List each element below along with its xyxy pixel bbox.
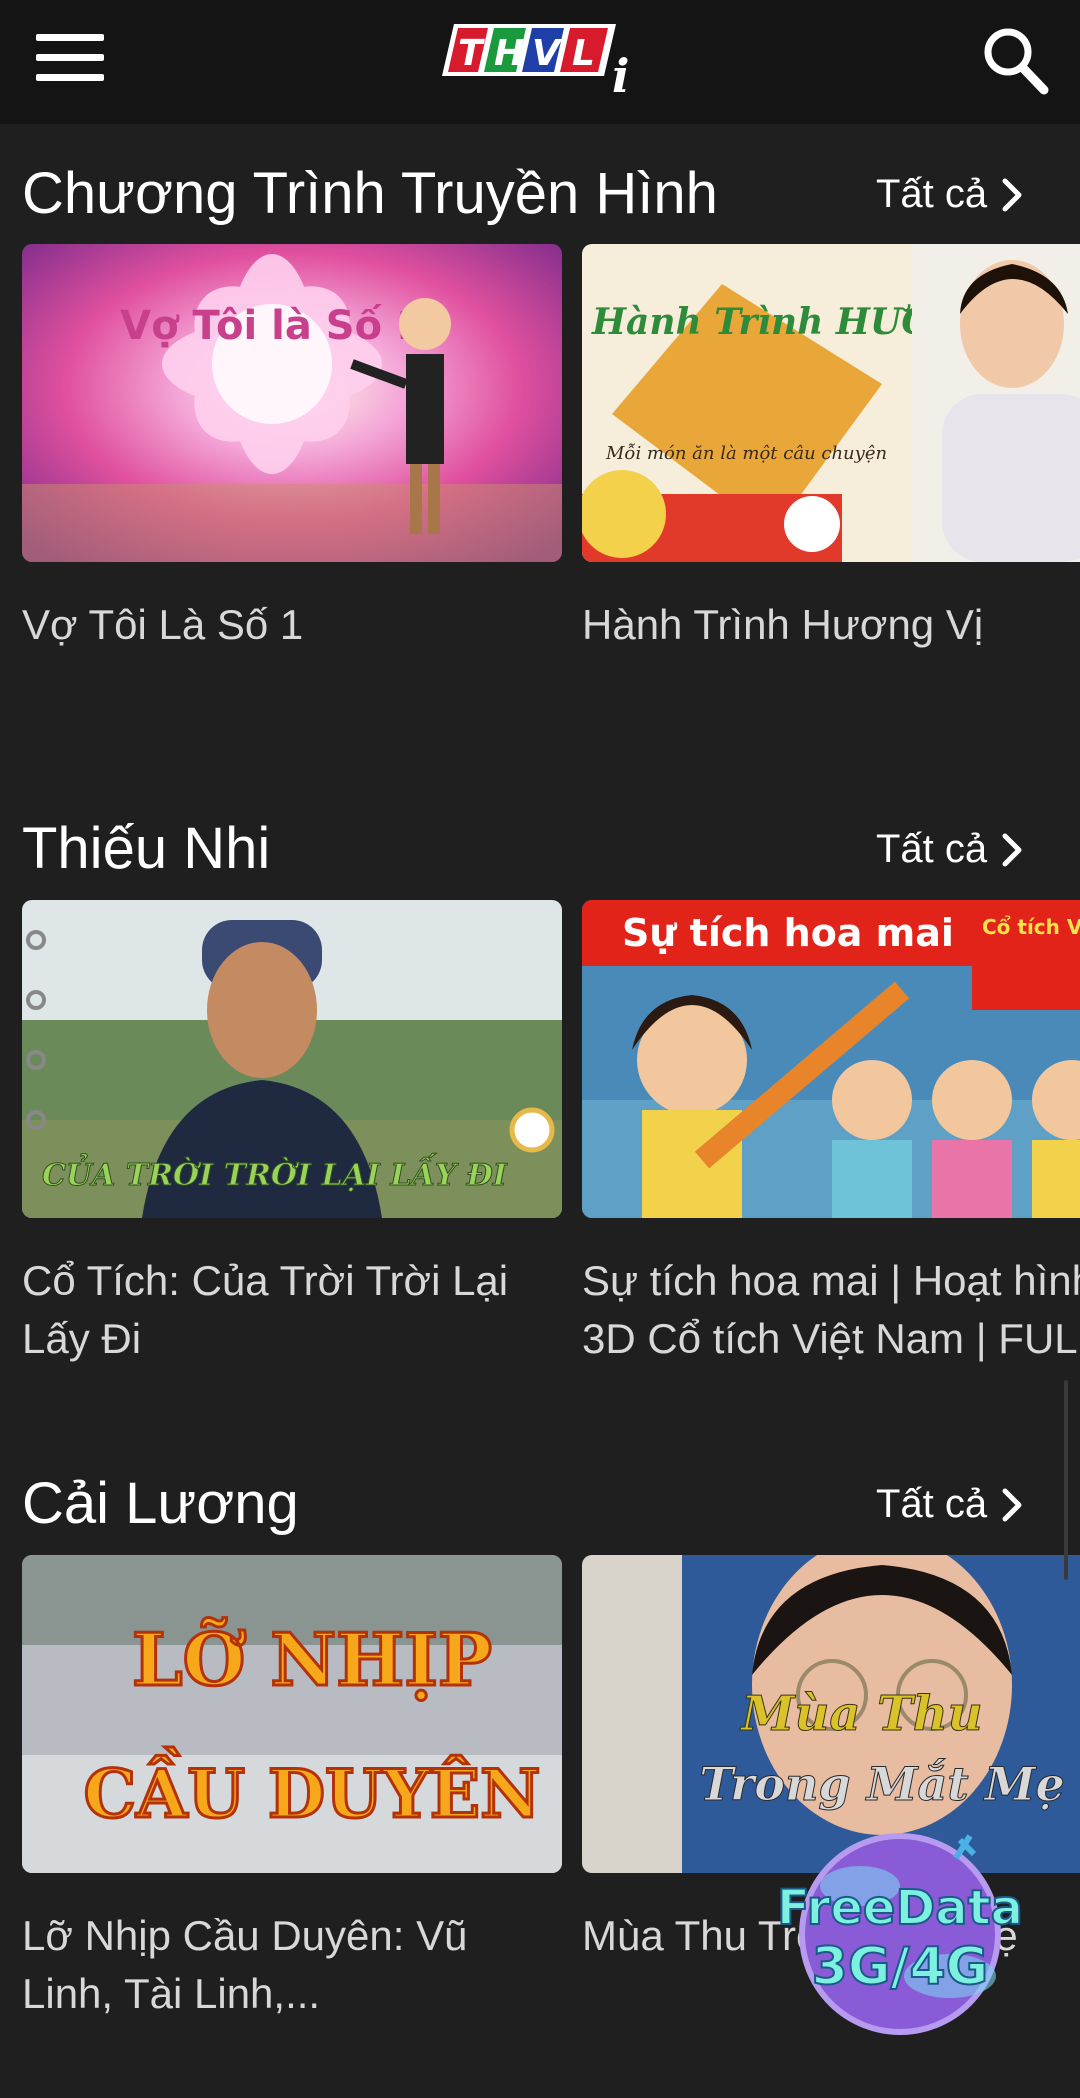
chevron-right-icon (1002, 1488, 1022, 1521)
svg-text:V: V (532, 33, 563, 74)
see-all-link[interactable]: Tất cả (876, 827, 1025, 872)
thumb-text-line: Trong Mắt Mẹ (699, 1757, 1065, 1811)
chevron-right-icon (1002, 178, 1022, 211)
card-title-line: Lấy Đi (22, 1315, 142, 1362)
hamburger-menu-icon[interactable] (36, 34, 104, 82)
freedata-network-label: 3G/4G (812, 1937, 989, 1997)
thvl-logo[interactable]: T H V L i (436, 18, 648, 98)
see-all-label: Tất cả (876, 1482, 988, 1526)
card-title-line: Linh, Tài Linh,... (22, 1970, 321, 2017)
see-all-link[interactable]: Tất cả (876, 1482, 1025, 1527)
see-all-link[interactable]: Tất cả (876, 172, 1025, 217)
card-title-line: 3D Cổ tích Việt Nam | FULL (582, 1315, 1080, 1362)
card-title-line: Hành Trình Hương Vị (582, 601, 984, 648)
svg-text:T: T (458, 33, 485, 74)
thumbnail-image: LỠ NHỊP CẦU DUYÊN (22, 1555, 562, 1873)
horizontal-scroll-indicator (1064, 1380, 1068, 1580)
freedata-label: FreeData (777, 1880, 1023, 1936)
top-app-bar: T H V L i (0, 0, 1080, 124)
chevron-right-icon (1002, 833, 1022, 866)
card-title: Lỡ Nhịp Cầu Duyên: Vũ Linh, Tài Linh,... (22, 1907, 562, 2023)
section-title: Thiếu Nhi (22, 816, 271, 881)
section-title: Chương Trình Truyền Hình (22, 161, 718, 226)
thumbnail-image: Vợ Tôi là Số 1 (22, 244, 562, 562)
thumb-text: CỦA TRỜI TRỜI LẠI LẤY ĐI (42, 1153, 508, 1193)
card-title-line: Sự tích hoa mai | Hoạt hình (582, 1257, 1080, 1304)
thumbnail-image: Sự tích hoa mai Cổ tích VIỆT NAM FULL (582, 900, 1080, 1218)
thumbnail-image: Hành Trình HƯƠNG VỊ Mỗi món ăn là một câ… (582, 244, 1080, 562)
card-title-line: Cổ Tích: Của Trời Trời Lại (22, 1257, 509, 1304)
satellite-icon (953, 1834, 977, 1860)
see-all-label: Tất cả (876, 827, 988, 871)
card-title-line: Lỡ Nhịp Cầu Duyên: Vũ (22, 1912, 468, 1959)
card-title-line: Vợ Tôi Là Số 1 (22, 601, 304, 648)
card-title: Hành Trình Hương Vị (582, 596, 1080, 654)
thumb-text: Sự tích hoa mai (622, 911, 954, 955)
thumbnail-image: CỦA TRỜI TRỜI LẠI LẤY ĐI (22, 900, 562, 1218)
svg-text:L: L (572, 33, 595, 74)
thumb-text-line: Mùa Thu (739, 1686, 982, 1742)
thumb-badge: Cổ tích VIỆT NAM FULL (982, 915, 1080, 939)
thumb-text-line: LỠ NHỊP (132, 1616, 492, 1702)
card-title: Sự tích hoa mai | Hoạt hình 3D Cổ tích V… (582, 1252, 1080, 1368)
thumb-subtext: Mỗi món ăn là một câu chuyện (605, 443, 887, 464)
card-title: Cổ Tích: Của Trời Trời Lại Lấy Đi (22, 1252, 562, 1368)
thumb-text-line: CẦU DUYÊN (84, 1748, 541, 1833)
search-icon[interactable] (980, 24, 1050, 96)
freedata-badge[interactable]: FreeData 3G/4G (760, 1826, 1040, 2036)
svg-text:H: H (494, 33, 524, 74)
section-title: Cải Lương (22, 1471, 299, 1536)
card-title: Vợ Tôi Là Số 1 (22, 596, 562, 654)
svg-text:i: i (612, 49, 629, 98)
see-all-label: Tất cả (876, 172, 988, 216)
thumb-text: Vợ Tôi là Số 1 (120, 303, 424, 349)
